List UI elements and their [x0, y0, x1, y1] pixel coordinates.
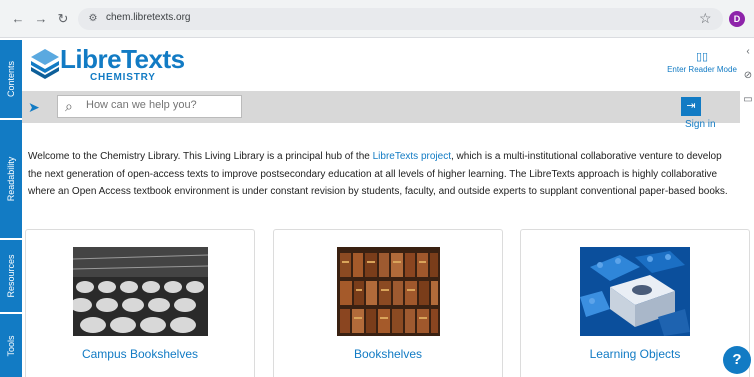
logo-subtitle: CHEMISTRY — [90, 72, 156, 83]
bookmark-star-icon[interactable]: ☆ — [699, 10, 712, 27]
card-title-bookshelves: Bookshelves — [353, 347, 423, 361]
site-settings-icon[interactable]: ⚙ — [85, 11, 101, 27]
help-button[interactable]: ? — [723, 346, 751, 374]
reader-mode-icon: ▯▯ — [695, 51, 709, 63]
tab-readability[interactable]: Readability — [0, 120, 22, 238]
sign-in-icon: ⇥ — [681, 97, 701, 116]
sign-in-button[interactable]: ⇥ Sign in — [681, 97, 740, 130]
logo-text: LibreTexts — [60, 44, 185, 74]
tab-contents[interactable]: Contents — [0, 40, 22, 118]
tab-readability-label: Readability — [6, 156, 16, 202]
browser-toolbar: ← → ↻ ⚙ chem.libretexts.org ☆ D — [0, 0, 754, 38]
rocket-icon[interactable]: ➤ — [28, 99, 40, 116]
card-title-learning-objects: Learning Objects — [589, 347, 681, 361]
back-arrow-icon[interactable]: ← — [10, 11, 26, 27]
tab-resources-label: Resources — [6, 254, 16, 298]
tab-resources[interactable]: Resources — [0, 240, 22, 312]
libretexts-logo[interactable]: LibreTexts CHEMISTRY — [28, 44, 185, 86]
reader-mode-label: Enter Reader Mode — [667, 65, 737, 74]
sign-in-label: Sign in — [685, 119, 716, 131]
card-learning-objects[interactable]: Learning Objects — [520, 229, 750, 377]
search-input[interactable] — [86, 99, 236, 111]
card-bookshelves[interactable]: Bookshelves — [273, 229, 503, 377]
libretexts-project-link[interactable]: LibreTexts project — [373, 151, 451, 162]
forward-arrow-icon[interactable]: → — [33, 11, 49, 27]
url-text: chem.libretexts.org — [106, 12, 191, 23]
logo-mark-icon — [31, 49, 59, 79]
intro-text-start: Welcome to the Chemistry Library. This L… — [28, 151, 373, 162]
search-box[interactable]: ⌕ — [57, 95, 242, 118]
profile-avatar[interactable]: D — [729, 11, 745, 27]
tab-contents-label: Contents — [6, 60, 16, 98]
card-campus-bookshelves[interactable]: Campus Bookshelves — [25, 229, 255, 377]
hide-eye-icon[interactable]: ⊘ — [742, 70, 754, 81]
tab-tools[interactable]: Tools — [0, 314, 22, 377]
campus-bookshelves-image — [73, 247, 208, 336]
learning-objects-image — [580, 247, 690, 336]
reader-mode-button[interactable]: ▯▯ Enter Reader Mode — [664, 50, 740, 74]
bookshelves-image — [337, 247, 440, 336]
card-title-campus-bookshelves: Campus Bookshelves — [81, 347, 199, 361]
search-toolbar: ➤ ⌕ ⇥ Sign in — [22, 91, 740, 130]
feedback-icon[interactable]: ▭ — [742, 94, 754, 105]
intro-paragraph: Welcome to the Chemistry Library. This L… — [28, 148, 728, 201]
reload-icon[interactable]: ↻ — [55, 11, 71, 27]
search-icon: ⌕ — [65, 98, 73, 114]
tab-tools-label: Tools — [6, 334, 16, 357]
side-tabs: Contents Readability Resources Tools — [0, 38, 22, 377]
collapse-chevron-icon[interactable]: ‹ — [742, 46, 754, 57]
address-bar[interactable]: ⚙ chem.libretexts.org — [78, 8, 723, 30]
